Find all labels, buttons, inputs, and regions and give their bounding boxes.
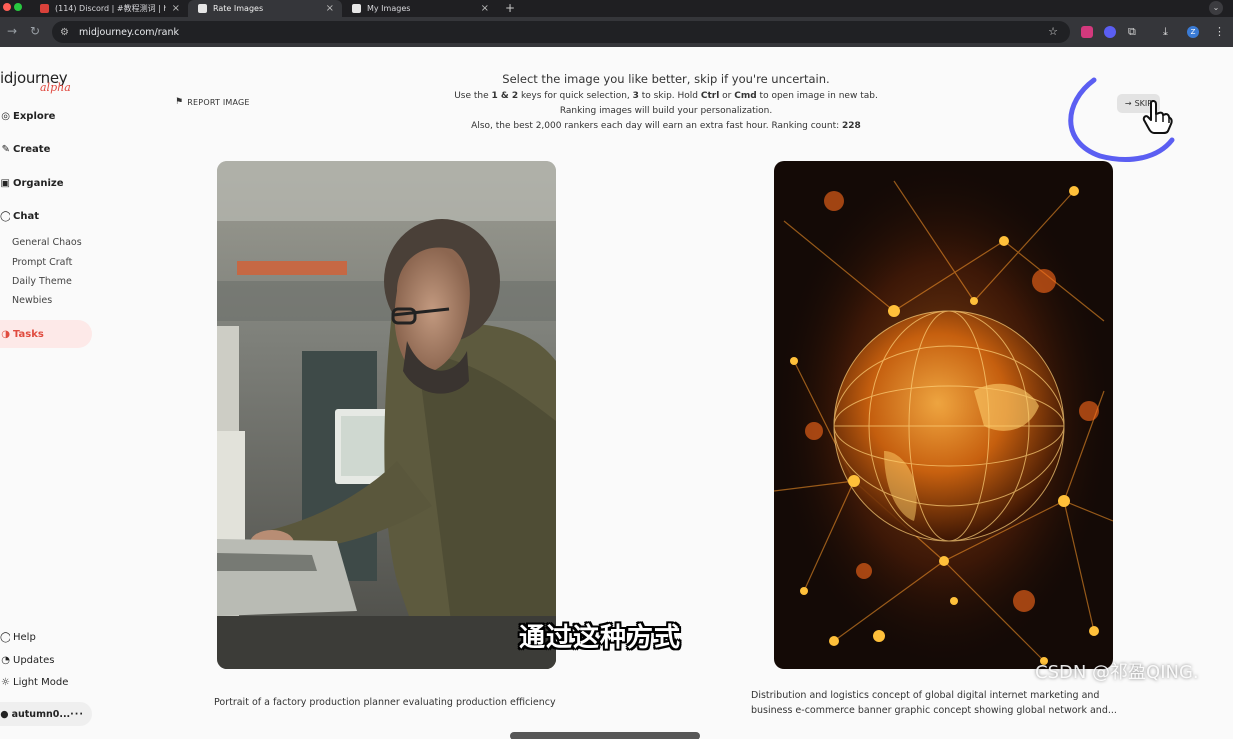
sidebar-item-label: Tasks <box>13 328 44 340</box>
zoom-window-button[interactable] <box>14 3 22 11</box>
tab-title: My Images <box>367 4 411 13</box>
midjourney-icon <box>198 4 207 13</box>
tab-discord[interactable]: (114) Discord | #教程测词 | hc × <box>30 0 188 17</box>
flag-icon: ⚑ <box>175 97 184 107</box>
factory-worker-image <box>217 161 556 669</box>
more-icon[interactable]: ··· <box>70 709 84 720</box>
sidebar-item-help[interactable]: ◯ Help <box>0 632 36 643</box>
site-settings-icon[interactable]: ⚙ <box>60 27 69 38</box>
chat-icon: ◯ <box>0 211 10 222</box>
tab-bar: (114) Discord | #教程测词 | hc × Rate Images… <box>0 0 1233 17</box>
left-image-caption: Portrait of a factory production planner… <box>214 697 556 708</box>
new-tab-button[interactable]: + <box>505 0 515 17</box>
logo-alpha-tag: alpha <box>40 81 71 94</box>
tab-search-button[interactable]: ⌄ <box>1209 1 1223 15</box>
toolbar: → ↻ ⚙ midjourney.com/rank ☆ ⧉ ⤓ Z ⋮ <box>0 17 1233 47</box>
watermark: CSDN @祁盈QING. <box>1035 662 1199 683</box>
sidebar-item-label: Chat <box>13 211 39 222</box>
instructions-keys: Use the 1 & 2 keys for quick selection, … <box>454 91 878 101</box>
brush-icon: ✎ <box>1 144 10 155</box>
user-menu[interactable]: ● autumn0... ··· <box>0 702 92 726</box>
chat-room-newbies[interactable]: Newbies <box>12 295 52 306</box>
chat-room-daily-theme[interactable]: Daily Theme <box>12 276 72 287</box>
reload-icon[interactable]: ↻ <box>30 24 40 38</box>
sidebar-item-create[interactable]: ✎ Create <box>0 144 51 155</box>
sun-icon: ☼ <box>1 677 10 688</box>
close-icon[interactable]: × <box>481 3 489 14</box>
tasks-icon: ◑ <box>1 328 10 340</box>
instructions-reward: Also, the best 2,000 rankers each day wi… <box>471 121 861 131</box>
sidebar-item-explore[interactable]: ◎ Explore <box>0 111 55 122</box>
url-text[interactable]: midjourney.com/rank <box>79 27 179 38</box>
close-icon[interactable]: × <box>326 3 334 14</box>
hand-cursor-icon <box>1142 100 1173 134</box>
chat-room-general-chaos[interactable]: General Chaos <box>12 237 82 248</box>
help-icon: ◯ <box>0 632 10 643</box>
tab-rate-images[interactable]: Rate Images × <box>188 0 342 17</box>
sidebar-item-label: Explore <box>13 111 56 122</box>
forward-icon[interactable]: → <box>7 24 17 38</box>
left-image-option[interactable] <box>217 161 556 669</box>
sidebar-item-label: Light Mode <box>13 677 69 688</box>
close-icon[interactable]: × <box>172 3 180 14</box>
tab-title: Rate Images <box>213 4 264 13</box>
download-icon[interactable]: ⤓ <box>1163 25 1168 39</box>
profile-avatar[interactable]: Z <box>1187 26 1199 38</box>
instructions-personalization: Ranking images will build your personali… <box>559 106 773 116</box>
compass-icon: ◎ <box>1 111 10 122</box>
right-image-caption: Distribution and logistics concept of gl… <box>751 690 1117 716</box>
instructions-title: Select the image you like better, skip i… <box>502 72 830 86</box>
extension-icon[interactable] <box>1081 26 1093 38</box>
extension-icon[interactable] <box>1104 26 1116 38</box>
instructions: Select the image you like better, skip i… <box>400 72 932 134</box>
bottom-scroll-indicator <box>510 732 700 739</box>
ranking-count: 228 <box>842 121 861 131</box>
username: autumn0... <box>11 708 71 720</box>
close-window-button[interactable] <box>3 3 11 11</box>
sidebar-item-light-mode[interactable]: ☼ Light Mode <box>0 677 68 688</box>
avatar: ● <box>0 708 9 720</box>
bookmark-star-icon[interactable]: ☆ <box>1048 25 1058 38</box>
folder-icon: ▣ <box>0 178 10 189</box>
bell-icon: ◔ <box>1 655 10 666</box>
sidebar-item-label: Organize <box>13 178 64 189</box>
video-subtitle: 通过这种方式 <box>519 623 682 653</box>
sidebar-item-label: Updates <box>13 655 55 666</box>
menu-icon[interactable]: ⋮ <box>1214 25 1225 38</box>
sidebar-item-label: Create <box>13 144 51 155</box>
right-image-option[interactable] <box>774 161 1113 669</box>
global-network-image <box>774 161 1113 669</box>
arrow-right-icon: → <box>1124 99 1132 108</box>
report-image-button[interactable]: ⚑ REPORT IMAGE <box>175 97 250 107</box>
midjourney-icon <box>352 4 361 13</box>
sidebar-item-chat[interactable]: ◯ Chat <box>0 211 39 222</box>
tab-my-images[interactable]: My Images × <box>342 0 497 17</box>
tab-title: (114) Discord | #教程测词 | hc <box>55 4 166 13</box>
discord-icon <box>40 4 49 13</box>
sidebar-item-label: Help <box>13 632 36 643</box>
address-bar[interactable]: ⚙ midjourney.com/rank ☆ <box>52 21 1070 43</box>
chat-room-prompt-craft[interactable]: Prompt Craft <box>12 257 72 268</box>
puzzle-icon[interactable]: ⧉ <box>1128 25 1136 39</box>
sidebar-item-updates[interactable]: ◔ Updates <box>0 655 54 666</box>
sidebar-item-tasks[interactable]: ◑ Tasks <box>0 320 92 348</box>
sidebar-item-organize[interactable]: ▣ Organize <box>0 178 64 189</box>
report-label: REPORT IMAGE <box>187 97 250 107</box>
sidebar: idjourney alpha ◎ Explore ✎ Create ▣ Org… <box>0 47 100 739</box>
